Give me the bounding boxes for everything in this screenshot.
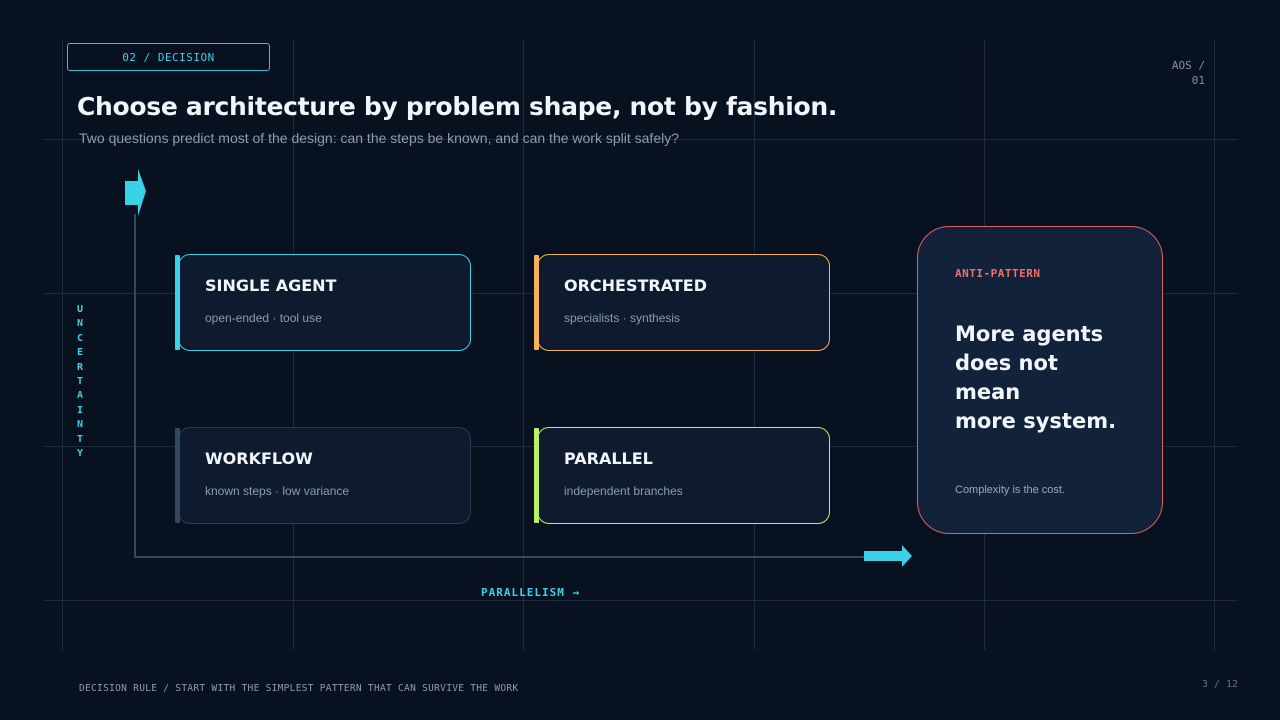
footer-decision-rule: DECISION RULE / START WITH THE SIMPLEST … [79,683,519,694]
quadrant-single-agent: SINGLE AGENT open-ended · tool use [175,254,471,351]
quadrant-subtitle: known steps · low variance [205,484,350,498]
anti-pattern-card: ANTI-PATTERN More agents does not mean m… [917,226,1163,534]
quadrant-accent-bar [175,428,180,523]
quadrant-title: SINGLE AGENT [205,276,337,295]
quadrant-accent-bar [534,428,539,523]
y-axis-label: UNCERTAINTY [76,304,84,460]
quadrant-title: WORKFLOW [205,449,313,468]
headline-line: more system. [955,409,1117,433]
section-tag: 02 / DECISION [67,43,270,71]
x-axis-line [134,556,869,558]
quadrant-accent-bar [534,255,539,350]
y-axis-arrow-icon [125,169,146,216]
quadrant-subtitle: specialists · synthesis [564,311,681,325]
x-axis-label: PARALLELISM → [481,586,581,599]
headline-line: More agents [955,322,1104,346]
grid-line [43,600,1238,601]
quadrant-title: PARALLEL [564,449,653,468]
quadrant-title: ORCHESTRATED [564,276,708,295]
headline-line: does not [955,351,1058,375]
page-title: Choose architecture by problem shape, no… [77,92,838,121]
quadrant-subtitle: independent branches [564,484,683,498]
anti-pattern-note: Complexity is the cost. [955,484,1066,496]
anti-pattern-headline: More agents does not mean more system. [955,320,1155,436]
x-axis-arrow-icon [864,545,912,567]
anti-pattern-label: ANTI-PATTERN [955,267,1041,280]
y-axis-line [134,214,136,558]
grid-line [62,40,63,650]
headline-line: mean [955,380,1021,404]
page-subtitle: Two questions predict most of the design… [79,130,680,146]
corner-tag: AOS / 01 [1171,59,1205,87]
quadrant-subtitle: open-ended · tool use [205,311,322,325]
quadrant-workflow: WORKFLOW known steps · low variance [175,427,471,524]
grid-line [1214,40,1215,650]
quadrant-parallel: PARALLEL independent branches [534,427,830,524]
page-number: 3 / 12 [1201,679,1238,690]
quadrant-accent-bar [175,255,180,350]
quadrant-orchestrated: ORCHESTRATED specialists · synthesis [534,254,830,351]
